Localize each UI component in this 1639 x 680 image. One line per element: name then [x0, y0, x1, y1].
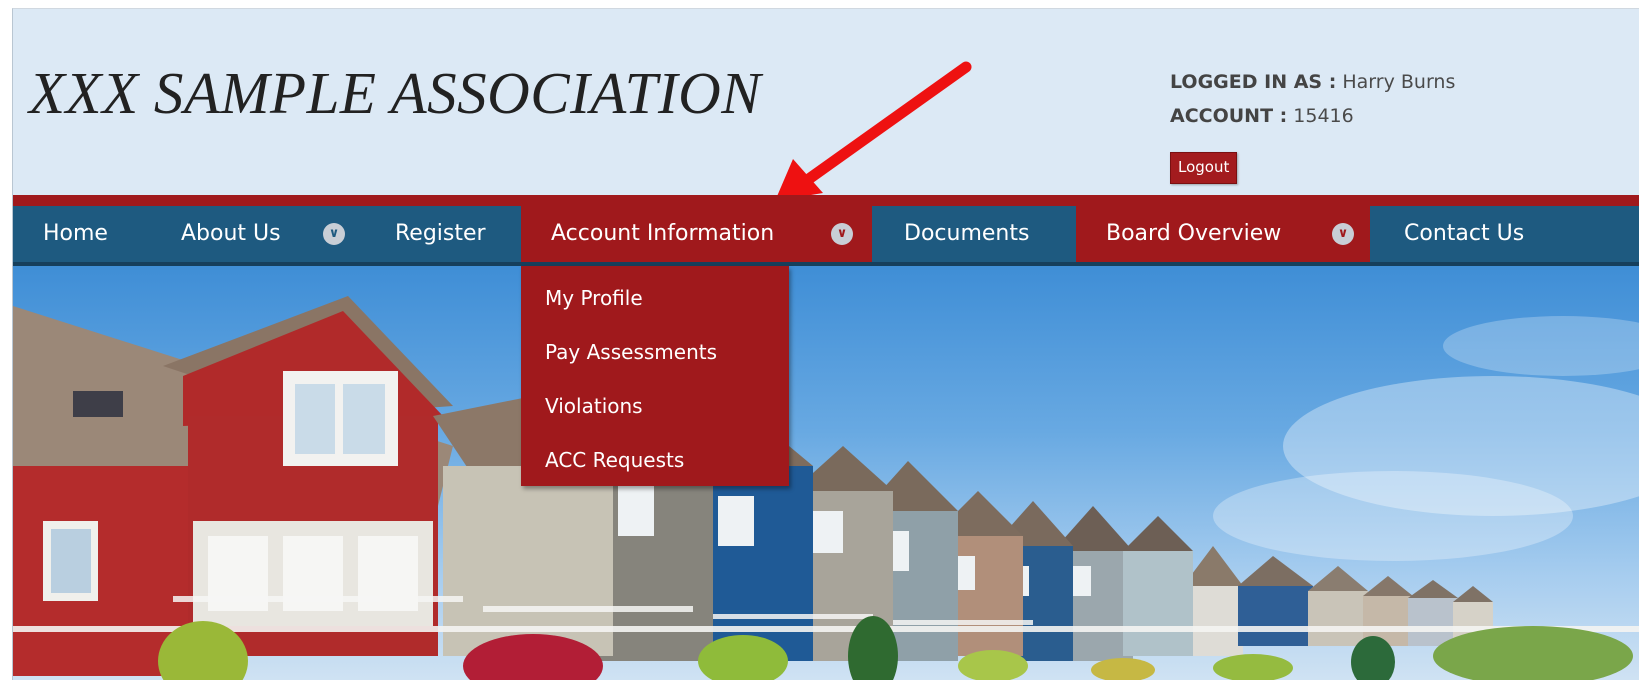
main-nav: Home About Us ∨ Register Account Informa… [13, 206, 1639, 266]
dropdown-item-acc-requests[interactable]: ACC Requests [545, 433, 684, 487]
nav-item-label: Board Overview [1106, 221, 1282, 246]
site-title: XXX SAMPLE ASSOCIATION [29, 60, 762, 126]
red-arrow-icon [775, 61, 972, 201]
nav-item-contact-us[interactable]: Contact Us [1370, 206, 1639, 266]
dropdown-item-my-profile[interactable]: My Profile [545, 271, 643, 325]
nav-item-documents[interactable]: Documents [872, 206, 1076, 266]
dropdown-item-violations[interactable]: Violations [545, 379, 643, 433]
nav-item-label: Home [43, 221, 108, 246]
account-number: 15416 [1293, 105, 1354, 127]
account-information-dropdown: My Profile Pay Assessments Violations AC… [521, 266, 789, 486]
header-accent-bar [13, 195, 1639, 206]
nav-item-register[interactable]: Register [365, 206, 521, 266]
nav-item-account-information[interactable]: Account Information ∨ [521, 206, 872, 266]
chevron-down-icon[interactable]: ∨ [323, 223, 345, 245]
nav-item-label: Register [395, 221, 486, 246]
account-line: ACCOUNT : 15416 [1170, 99, 1455, 133]
nav-item-label: Account Information [551, 221, 775, 246]
dropdown-item-pay-assessments[interactable]: Pay Assessments [545, 325, 717, 379]
page-frame: XXX SAMPLE ASSOCIATION LOGGED IN AS : Ha… [12, 8, 1639, 680]
account-label: ACCOUNT : [1170, 105, 1288, 127]
login-info: LOGGED IN AS : Harry Burns ACCOUNT : 154… [1170, 65, 1455, 133]
nav-item-label: About Us [181, 221, 281, 246]
nav-item-label: Documents [904, 221, 1030, 246]
nav-item-about-us[interactable]: About Us ∨ [165, 206, 365, 266]
logged-in-line: LOGGED IN AS : Harry Burns [1170, 65, 1455, 99]
nav-item-label: Contact Us [1404, 221, 1525, 246]
logged-in-user: Harry Burns [1342, 71, 1456, 93]
logout-button[interactable]: Logout [1170, 152, 1238, 184]
nav-item-home[interactable]: Home [13, 206, 165, 266]
site-header: XXX SAMPLE ASSOCIATION LOGGED IN AS : Ha… [13, 9, 1639, 201]
hero-image [13, 266, 1639, 680]
chevron-down-icon[interactable]: ∨ [1332, 223, 1354, 245]
nav-item-board-overview[interactable]: Board Overview ∨ [1076, 206, 1370, 266]
townhouses-illustration [13, 296, 1639, 680]
chevron-down-icon[interactable]: ∨ [831, 223, 853, 245]
logged-in-label: LOGGED IN AS : [1170, 71, 1337, 93]
